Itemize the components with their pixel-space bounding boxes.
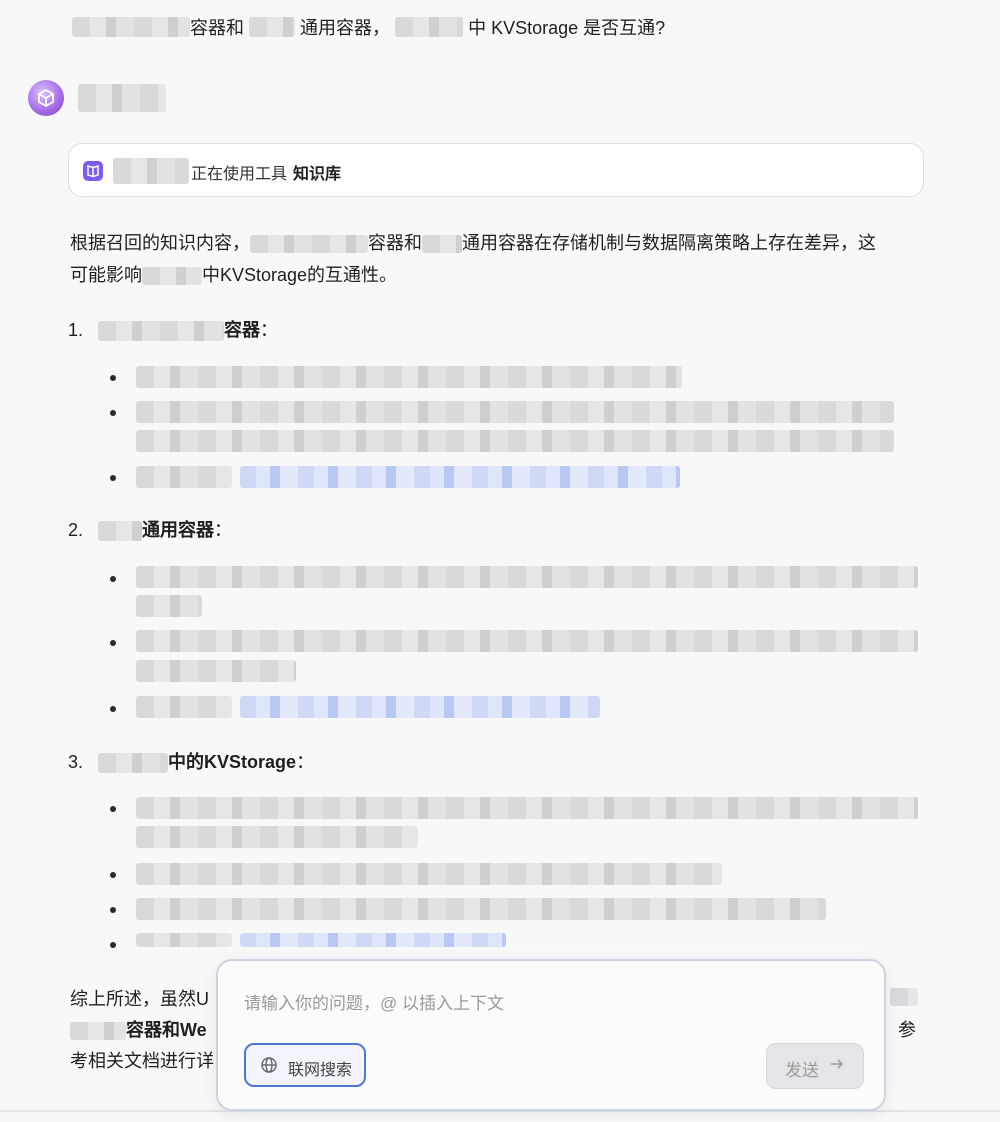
tool-status-text: 正在使用工具 (191, 166, 288, 183)
list-item (136, 826, 418, 848)
bullet (110, 706, 116, 712)
doc-link[interactable] (240, 696, 600, 718)
section-heading: 3. 中的KVStorage： (68, 752, 315, 774)
list-item (136, 595, 202, 617)
user-question: 容器和 通用容器， 中 KVStorage 是否互通? (72, 14, 665, 40)
list-item (136, 566, 918, 588)
chat-input[interactable]: 请输入你的问题，@ 以插入上下文 (244, 989, 504, 1014)
send-button[interactable]: 发送 (766, 1043, 864, 1089)
assistant-avatar (28, 80, 64, 116)
summary-line2-end: 参 (898, 1020, 916, 1040)
list-item (136, 863, 722, 885)
list-item (136, 401, 894, 423)
bullet (110, 907, 116, 913)
list-item (136, 933, 232, 947)
answer-intro-line2: 可能影响 中KVStorage的互通性。 (70, 265, 398, 286)
list-item (136, 898, 826, 920)
bullet (110, 475, 116, 481)
list-item (136, 696, 232, 718)
arrow-right-icon (829, 1055, 845, 1078)
web-search-label: 联网搜索 (288, 1062, 353, 1079)
bullet (110, 410, 116, 416)
bullet (110, 806, 116, 812)
doc-link[interactable] (240, 933, 506, 947)
bullet (110, 872, 116, 878)
list-item (136, 366, 682, 388)
knowledge-base-icon (83, 161, 103, 181)
assistant-name (78, 84, 166, 112)
list-item (136, 466, 232, 488)
answer-intro: 根据召回的知识内容， 容器和 通用容器在存储机制与数据隔离策略上存在差异，这 (70, 233, 876, 254)
section-heading: 1. 容器： (68, 320, 279, 342)
bullet (110, 375, 116, 381)
web-search-button[interactable]: 联网搜索 (244, 1043, 366, 1087)
send-label: 发送 (785, 1061, 819, 1080)
summary-line2: 容器和We (70, 1013, 207, 1047)
doc-link[interactable] (240, 466, 680, 488)
chat-composer[interactable]: 请输入你的问题，@ 以插入上下文 联网搜索 发送 (216, 959, 886, 1111)
bullet (110, 942, 116, 948)
summary-redacted (890, 988, 918, 1006)
tool-agent-name (113, 158, 189, 184)
bullet (110, 640, 116, 646)
summary-line3: 考相关文档进行详 (70, 1051, 214, 1071)
summary-line1: 综上所述，虽然U (70, 989, 209, 1009)
globe-icon (260, 1056, 278, 1079)
tool-call-card[interactable]: 正在使用工具 知识库 (68, 143, 924, 197)
list-item (136, 430, 894, 452)
list-item (136, 660, 296, 682)
list-item (136, 630, 918, 652)
section-heading: 2. 通用容器： (68, 520, 233, 542)
bullet (110, 576, 116, 582)
cube-icon (38, 88, 54, 108)
tool-name: 知识库 (293, 166, 342, 183)
list-item (136, 797, 918, 819)
